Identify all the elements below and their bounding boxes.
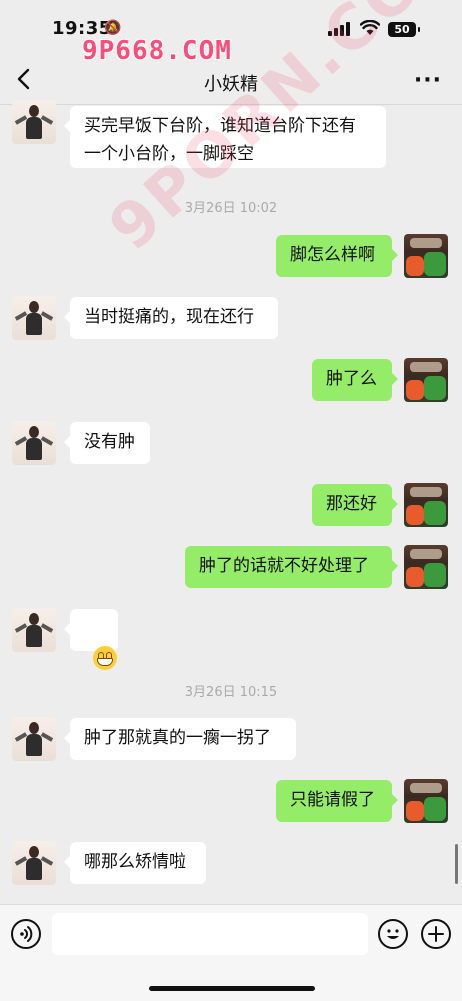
message-bubble-outgoing[interactable]: 脚怎么样啊 xyxy=(276,235,398,277)
contact-avatar[interactable] xyxy=(12,841,56,885)
my-avatar[interactable] xyxy=(404,545,448,589)
my-avatar[interactable] xyxy=(404,358,448,402)
emoji-icon[interactable] xyxy=(378,919,408,949)
message-bubble-incoming[interactable]: 肿了那就真的一瘸一拐了 xyxy=(64,718,296,760)
message-timestamp: 3月26日 10:02 xyxy=(184,201,278,216)
message-bubble-outgoing[interactable]: 只能请假了 xyxy=(276,780,398,822)
my-avatar[interactable] xyxy=(404,483,448,527)
contact-avatar[interactable] xyxy=(12,608,56,652)
message-input[interactable] xyxy=(52,913,368,955)
my-avatar[interactable] xyxy=(404,779,448,823)
plus-icon[interactable] xyxy=(421,919,451,949)
more-options-icon[interactable]: ··· xyxy=(414,68,442,93)
message-bubble-incoming[interactable]: 没有肿 xyxy=(64,422,150,464)
home-indicator xyxy=(149,986,315,991)
contact-avatar[interactable] xyxy=(12,296,56,340)
voice-input-icon[interactable] xyxy=(11,919,41,949)
message-bubble-incoming[interactable] xyxy=(64,609,118,670)
message-bubble-outgoing[interactable]: 肿了的话就不好处理了 xyxy=(185,546,398,588)
message-bubble-incoming[interactable]: 哪那么矫情啦 xyxy=(64,842,206,884)
grin-emoji-icon xyxy=(92,646,117,670)
message-bubble-incoming[interactable]: 当时挺痛的，现在还行 xyxy=(64,297,278,339)
contact-avatar[interactable] xyxy=(12,100,56,144)
message-timestamp: 3月26日 10:15 xyxy=(184,685,278,700)
my-avatar[interactable] xyxy=(404,234,448,278)
contact-avatar[interactable] xyxy=(12,421,56,465)
message-bubble-outgoing[interactable]: 那还好 xyxy=(312,484,398,526)
message-bubble-outgoing[interactable]: 肿了么 xyxy=(312,359,398,401)
scrollbar[interactable] xyxy=(455,844,458,884)
mute-bell-icon: 🔕 xyxy=(104,20,122,36)
contact-avatar[interactable] xyxy=(12,717,56,761)
